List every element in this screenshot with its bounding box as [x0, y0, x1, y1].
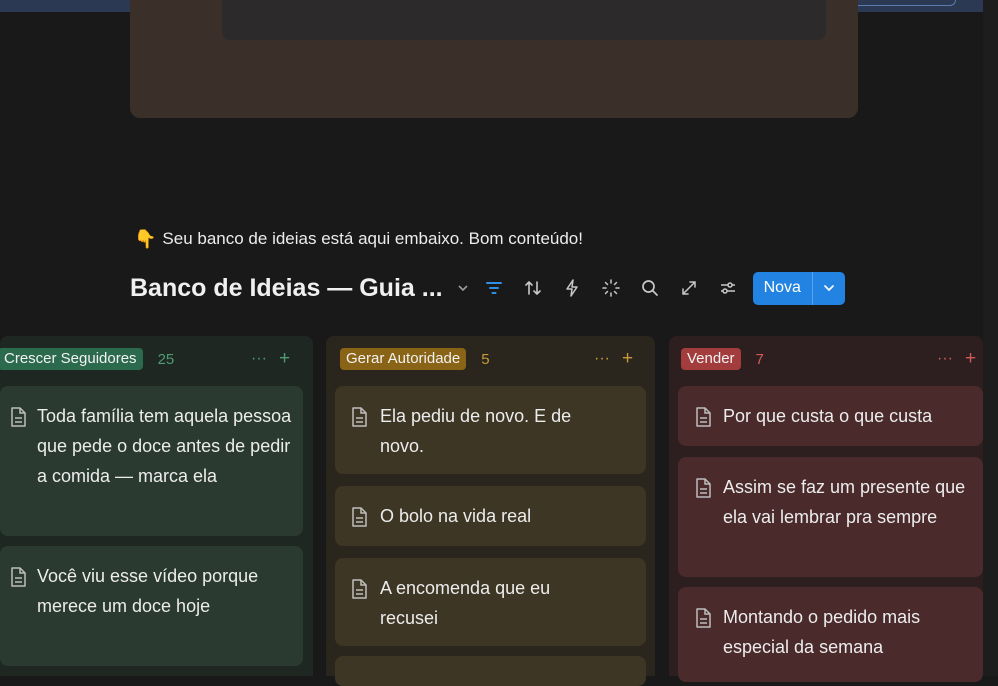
filter-icon[interactable]	[481, 275, 507, 301]
card-title: Por que custa o que custa	[723, 406, 933, 426]
ideas-banner: 👇 Seu banco de ideias está aqui embaixo.…	[134, 229, 583, 249]
ai-sparkle-icon[interactable]	[598, 275, 624, 301]
column-header: Vender 7	[681, 347, 764, 371]
settings-sliders-icon[interactable]	[715, 275, 741, 301]
database-toolbar	[481, 275, 741, 301]
banner-text: Seu banco de ideias está aqui embaixo. B…	[162, 229, 583, 248]
database-title[interactable]: Banco de Ideias — Guia ...	[130, 274, 443, 303]
board-card[interactable]: O bolo na vida real	[335, 486, 646, 546]
add-icon[interactable]: +	[279, 348, 290, 370]
automation-icon[interactable]	[559, 275, 585, 301]
add-icon[interactable]: +	[622, 348, 633, 370]
column-count: 25	[157, 350, 175, 368]
column-count: 5	[481, 350, 490, 368]
column-header: Crescer Seguidores 25	[0, 347, 174, 371]
board-column-vender: Vender 7 ··· + Por que custa o que custa…	[669, 336, 983, 682]
more-icon[interactable]: ···	[937, 350, 953, 368]
new-button-label: Nova	[763, 279, 801, 296]
callout-inner-block	[222, 0, 826, 40]
search-icon[interactable]	[637, 275, 663, 301]
card-title: Você viu esse vídeo porque merece um doc…	[37, 566, 259, 616]
board-column-gerar-autoridade: Gerar Autoridade 5 ··· + Ela pediu de no…	[326, 336, 655, 686]
card-title: O bolo na vida real	[380, 506, 532, 526]
expand-icon[interactable]	[676, 275, 702, 301]
card-title: A encomenda que eu recusei	[380, 578, 551, 628]
page-icon	[349, 578, 369, 600]
column-tag[interactable]: Vender	[681, 348, 741, 370]
new-button[interactable]: Nova	[752, 271, 845, 305]
page-icon	[693, 406, 713, 428]
board-card[interactable]: Ela pediu de novo. E de novo.	[335, 386, 646, 474]
column-tag[interactable]: Gerar Autoridade	[340, 348, 467, 370]
page-icon	[349, 406, 369, 428]
new-button-dropdown-icon[interactable]	[813, 281, 845, 295]
board-card[interactable]: Por que custa o que custa	[678, 386, 983, 446]
card-title: Assim se faz um presente que ela vai lem…	[723, 477, 966, 527]
page-icon	[8, 406, 28, 428]
card-title: Toda família tem aquela pessoa que pede …	[37, 406, 292, 486]
column-actions: ··· +	[937, 347, 976, 371]
board-card[interactable]: A encomenda que eu recusei	[335, 558, 646, 646]
card-title: Ela pediu de novo. E de novo.	[380, 406, 572, 456]
column-actions: ··· +	[594, 347, 633, 371]
page-icon	[349, 506, 369, 528]
column-actions: ··· +	[251, 347, 290, 371]
scrollbar-track[interactable]	[983, 0, 998, 676]
top-banner-button[interactable]	[842, 0, 956, 6]
more-icon[interactable]: ···	[251, 350, 267, 368]
chevron-down-icon[interactable]	[455, 280, 471, 296]
board-card-partial[interactable]	[335, 656, 646, 686]
more-icon[interactable]: ···	[594, 350, 610, 368]
callout-block	[130, 0, 858, 118]
column-tag[interactable]: Crescer Seguidores	[0, 348, 143, 370]
column-count: 7	[755, 350, 764, 368]
add-icon[interactable]: +	[965, 348, 976, 370]
card-title: Montando o pedido mais especial da seman…	[723, 607, 921, 657]
board-card[interactable]: Assim se faz um presente que ela vai lem…	[678, 457, 983, 577]
page-icon	[693, 477, 713, 499]
board-card[interactable]: Toda família tem aquela pessoa que pede …	[0, 386, 303, 536]
board-card[interactable]: Você viu esse vídeo porque merece um doc…	[0, 546, 303, 666]
database-header: Banco de Ideias — Guia ... Nova	[130, 268, 860, 308]
sort-icon[interactable]	[520, 275, 546, 301]
page-icon	[693, 607, 713, 629]
page-icon	[8, 566, 28, 588]
board-card[interactable]: Montando o pedido mais especial da seman…	[678, 587, 983, 682]
pointing-down-emoji: 👇	[134, 229, 157, 249]
column-header: Gerar Autoridade 5	[340, 347, 490, 371]
board-column-crescer-seguidores: Crescer Seguidores 25 ··· + Toda família…	[0, 336, 313, 676]
